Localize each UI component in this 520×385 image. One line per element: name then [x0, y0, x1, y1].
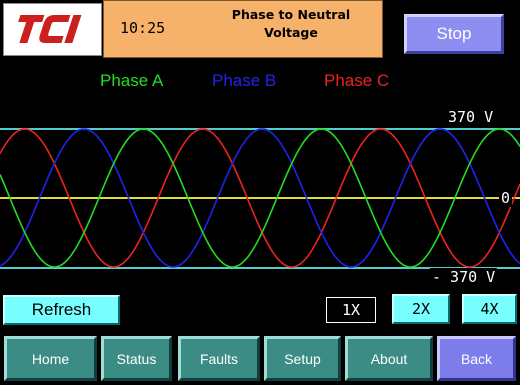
zoom-1x-button[interactable]: 1X	[326, 297, 376, 323]
zoom-4x-button[interactable]: 4X	[462, 294, 517, 324]
stop-button[interactable]: Stop	[404, 14, 504, 54]
page-title-line1: Phase to Neutral	[231, 7, 351, 22]
zoom-2x-button[interactable]: 2X	[392, 294, 450, 324]
clock-time: 10:25	[120, 19, 166, 37]
nav-about-button[interactable]: About	[345, 336, 433, 381]
max-voltage-label: 370 V	[446, 108, 496, 126]
stop-button-frame: Stop	[390, 2, 518, 58]
nav-setup-button[interactable]: Setup	[264, 336, 341, 381]
waveform-plot	[0, 128, 520, 269]
nav-home-button[interactable]: Home	[4, 336, 97, 381]
tci-logo-icon	[18, 15, 82, 43]
nav-back-button[interactable]: Back	[437, 336, 516, 381]
nav-faults-button[interactable]: Faults	[178, 336, 260, 381]
nav-status-button[interactable]: Status	[101, 336, 172, 381]
min-voltage-label: - 370 V	[430, 268, 498, 286]
page-title: Phase to Neutral Voltage	[216, 6, 366, 42]
page-title-line2: Voltage	[264, 25, 318, 40]
header-bar: 10:25 Phase to Neutral Voltage	[103, 0, 383, 58]
legend-phase-a: Phase A	[100, 71, 164, 90]
tci-logo	[3, 3, 102, 56]
legend-phase-c: Phase C	[324, 71, 390, 90]
legend-phase-b: Phase B	[212, 71, 277, 90]
refresh-button[interactable]: Refresh	[3, 295, 120, 325]
zero-label: 0	[499, 189, 513, 207]
